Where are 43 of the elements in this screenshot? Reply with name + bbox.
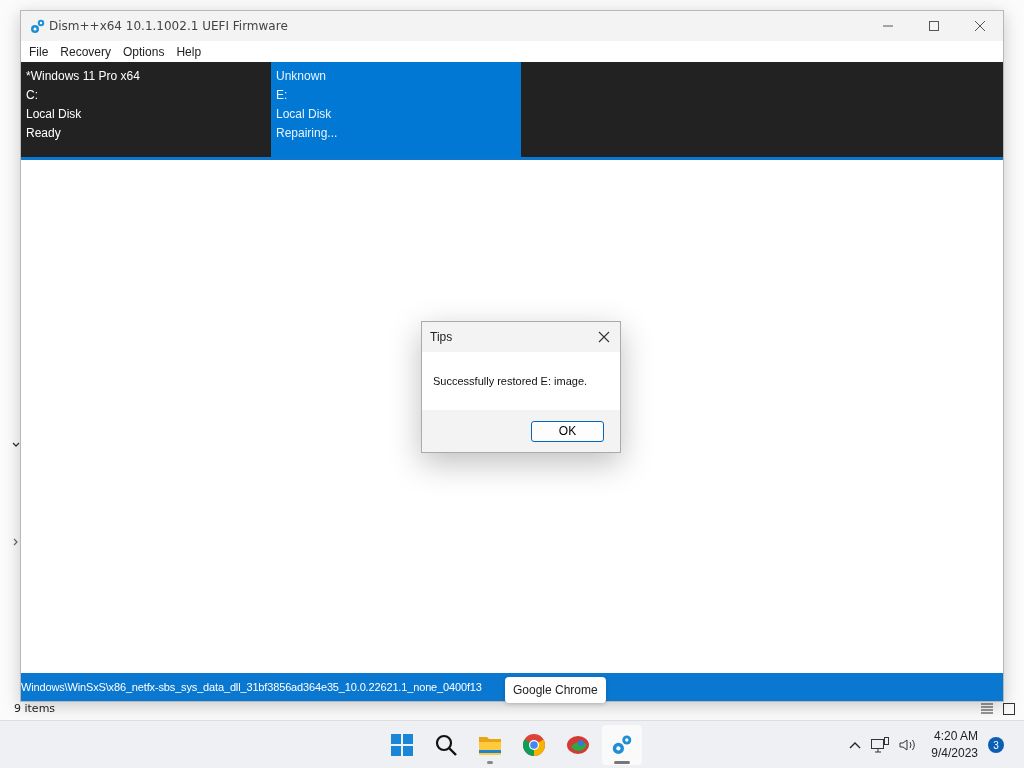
session-tile[interactable]: Unknown E: Local Disk Repairing... [271,62,521,157]
search-icon [434,733,458,757]
gear-icon [29,18,45,34]
session-info: C: [26,87,39,103]
notification-badge[interactable]: 3 [988,737,1004,753]
chevron-down-icon[interactable] [12,442,20,448]
session-info: Repairing... [276,125,339,141]
menu-item[interactable]: Options [117,44,171,59]
dialog-title: Tips [430,330,453,344]
gear-icon [610,733,634,757]
chevron-right-icon[interactable] [13,538,19,546]
session-info: Unknown [276,68,328,84]
session-info: Local Disk [26,106,83,122]
session-info: Ready [26,125,62,141]
dialog-message: Successfully restored E: image. [432,374,589,389]
windows-logo-icon [390,733,414,757]
menu-item[interactable]: Help [170,44,208,59]
session-info: Local Disk [276,106,333,122]
maximize-icon [929,21,939,31]
status-path: Windows\WinSxS\x86_netfx-sbs_sys_data_dll_31bf3856ad364e35_10.0.22621.1_none_0400f13 [21,681,482,693]
clock-date: 9/4/2023 [931,745,978,762]
clock-time: 4:20 AM [933,728,978,745]
colorful-ball-icon [566,733,590,757]
session-info: E: [276,87,289,103]
details-view-icon[interactable] [981,703,993,714]
ok-button[interactable]: OK [531,420,604,442]
menu-item[interactable]: Recovery [54,44,118,59]
close-icon [975,21,985,31]
chevron-up-icon[interactable] [849,741,862,749]
session-tile[interactable]: *Windows 11 Pro x64 C: Local Disk Ready [21,62,271,157]
tooltip: Google Chrome [505,677,606,703]
clock[interactable]: 4:20 AM 9/4/2023 [931,728,978,762]
close-button[interactable] [596,329,612,345]
item-count: 9 items [14,702,56,715]
network-icon[interactable] [871,737,890,753]
minimize-icon [883,25,893,27]
tiles-view-icon[interactable] [1003,703,1015,715]
close-icon [596,329,612,345]
speaker-icon[interactable] [899,738,918,752]
chrome-icon [522,733,546,757]
menu-item[interactable]: File [23,44,55,59]
session-info: *Windows 11 Pro x64 [26,68,141,84]
window-title: Dism++x64 10.1.1002.1 UEFI Firmware [49,19,289,33]
